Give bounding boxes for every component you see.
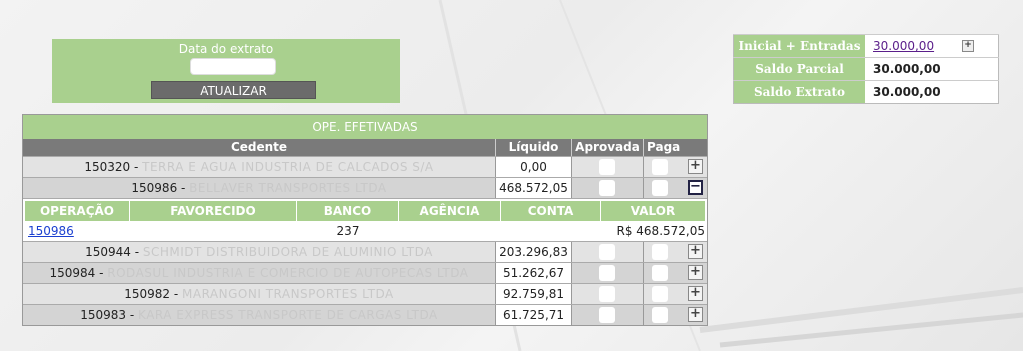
- expand-icon[interactable]: +: [962, 40, 974, 52]
- summary-value: 30.000,00: [865, 80, 999, 104]
- aprovada-checkbox[interactable]: [599, 180, 615, 196]
- paga-cell: +: [643, 242, 707, 262]
- detail-row: 150986 237 R$ 468.572,05: [25, 221, 705, 241]
- paga-cell: +: [643, 157, 707, 177]
- table-row: 150986 - BELLAVER TRANSPORTES LTDA 468.5…: [23, 177, 707, 198]
- liquido-cell: 203.296,83: [495, 242, 571, 262]
- summary-label: Saldo Parcial: [733, 57, 865, 81]
- cedente-cell: 150944 - SCHMIDT DISTRIBUIDORA DE ALUMIN…: [85, 245, 433, 259]
- update-button[interactable]: ATUALIZAR: [151, 81, 316, 99]
- header-aprovada: Aprovada: [571, 139, 643, 156]
- detail-header-conta: CONTA: [501, 201, 601, 221]
- aprovada-cell: [571, 305, 643, 325]
- paga-checkbox[interactable]: [652, 286, 668, 302]
- header-cedente: Cedente: [230, 140, 288, 154]
- aprovada-checkbox[interactable]: [599, 159, 615, 175]
- detail-header-valor: VALOR: [630, 204, 676, 218]
- cedente-name: TERRA E AGUA INDUSTRIA DE CALCADOS S/A: [142, 160, 434, 174]
- cedente-name: RODASUL INDUSTRIA E COMERCIO DE AUTOPECA…: [107, 266, 469, 280]
- summary-label: Inicial + Entradas: [733, 34, 865, 58]
- table-row: 150983 - KARA EXPRESS TRANSPORTE DE CARG…: [23, 304, 707, 325]
- expand-icon[interactable]: +: [688, 286, 703, 301]
- aprovada-cell: [571, 157, 643, 177]
- paga-checkbox[interactable]: [652, 244, 668, 260]
- operations-table: OPE. EFETIVADAS Cedente Líquido Aprovada…: [22, 114, 708, 326]
- operacao-link[interactable]: 150986: [28, 224, 74, 238]
- cedente-name: KARA EXPRESS TRANSPORTE DE CARGAS LTDA: [138, 308, 438, 322]
- expand-icon[interactable]: +: [688, 307, 703, 322]
- summary-row-saldo-parcial: Saldo Parcial 30.000,00: [733, 57, 999, 81]
- collapse-icon[interactable]: −: [688, 180, 703, 195]
- cedente-id: 150320: [84, 160, 131, 174]
- paga-checkbox[interactable]: [652, 159, 668, 175]
- cedente-cell: 150983 - KARA EXPRESS TRANSPORTE DE CARG…: [80, 308, 438, 322]
- cedente-cell: 150320 - TERRA E AGUA INDUSTRIA DE CALCA…: [84, 160, 434, 174]
- detail-favorecido: [130, 221, 297, 241]
- paga-cell: −: [643, 178, 707, 198]
- detail-header-favorecido: FAVORECIDO: [130, 201, 297, 221]
- aprovada-cell: [571, 242, 643, 262]
- paga-checkbox[interactable]: [652, 265, 668, 281]
- cedente-id: 150944: [85, 245, 131, 259]
- expand-icon[interactable]: +: [688, 159, 703, 174]
- detail-header-agencia: AGÊNCIA: [399, 201, 501, 221]
- date-panel: Data do extrato ATUALIZAR: [52, 39, 400, 103]
- detail-agencia: [399, 221, 501, 241]
- table-row: 150944 - SCHMIDT DISTRIBUIDORA DE ALUMIN…: [23, 241, 707, 262]
- table-row: 150320 - TERRA E AGUA INDUSTRIA DE CALCA…: [23, 156, 707, 177]
- detail-header-banco: BANCO: [297, 201, 399, 221]
- paga-checkbox[interactable]: [652, 307, 668, 323]
- cedente-id: 150982: [124, 287, 171, 301]
- cedente-name: MARANGONI TRANSPORTES LTDA: [182, 287, 394, 301]
- cedente-cell: 150982 - MARANGONI TRANSPORTES LTDA: [124, 287, 394, 301]
- table-row: 150984 - RODASUL INDUSTRIA E COMERCIO DE…: [23, 262, 707, 283]
- liquido-cell: 51.262,67: [495, 263, 571, 283]
- aprovada-checkbox[interactable]: [599, 265, 615, 281]
- date-label: Data do extrato: [178, 42, 274, 56]
- date-input[interactable]: [190, 58, 276, 75]
- table-row: 150982 - MARANGONI TRANSPORTES LTDA 92.7…: [23, 283, 707, 304]
- summary-label: Saldo Extrato: [733, 80, 865, 104]
- detail-valor: R$ 468.572,05: [616, 224, 706, 238]
- summary-value: 30.000,00 +: [865, 34, 999, 58]
- liquido-cell: 468.572,05: [495, 178, 571, 198]
- detail-header-operacao: OPERAÇÃO: [25, 201, 130, 221]
- liquido-cell: 92.759,81: [495, 284, 571, 304]
- table-caption: OPE. EFETIVADAS: [23, 115, 707, 139]
- operation-detail: OPERAÇÃO FAVORECIDO BANCO AGÊNCIA CONTA …: [23, 198, 707, 241]
- table-header: Cedente Líquido Aprovada Paga: [23, 139, 707, 156]
- header-paga: Paga: [643, 139, 707, 156]
- paga-cell: +: [643, 284, 707, 304]
- aprovada-checkbox[interactable]: [599, 307, 615, 323]
- summary-row-saldo-extrato: Saldo Extrato 30.000,00: [733, 80, 999, 104]
- aprovada-cell: [571, 178, 643, 198]
- cedente-id: 150986: [131, 181, 178, 195]
- liquido-cell: 0,00: [495, 157, 571, 177]
- aprovada-checkbox[interactable]: [599, 286, 615, 302]
- cedente-cell: 150984 - RODASUL INDUSTRIA E COMERCIO DE…: [49, 266, 469, 280]
- summary-table: Inicial + Entradas 30.000,00 + Saldo Par…: [733, 34, 999, 104]
- detail-conta: [501, 221, 601, 241]
- cedente-name: BELLAVER TRANSPORTES LTDA: [189, 181, 387, 195]
- cedente-cell: 150986 - BELLAVER TRANSPORTES LTDA: [131, 181, 387, 195]
- summary-value: 30.000,00: [865, 57, 999, 81]
- paga-cell: +: [643, 263, 707, 283]
- summary-row-inicial-entradas: Inicial + Entradas 30.000,00 +: [733, 34, 999, 58]
- aprovada-cell: [571, 263, 643, 283]
- aprovada-checkbox[interactable]: [599, 244, 615, 260]
- detail-operacao: 150986: [25, 221, 130, 241]
- aprovada-cell: [571, 284, 643, 304]
- header-liquido: Líquido: [495, 139, 571, 156]
- paga-cell: +: [643, 305, 707, 325]
- cedente-id: 150983: [80, 308, 127, 322]
- expand-icon[interactable]: +: [688, 244, 703, 259]
- detail-header: OPERAÇÃO FAVORECIDO BANCO AGÊNCIA CONTA …: [25, 201, 705, 221]
- cedente-id: 150984: [49, 266, 96, 280]
- paga-checkbox[interactable]: [652, 180, 668, 196]
- inicial-entradas-link[interactable]: 30.000,00: [873, 39, 934, 53]
- expand-icon[interactable]: +: [688, 265, 703, 280]
- detail-banco: 237: [336, 224, 360, 238]
- liquido-cell: 61.725,71: [495, 305, 571, 325]
- cedente-name: SCHMIDT DISTRIBUIDORA DE ALUMINIO LTDA: [142, 245, 433, 259]
